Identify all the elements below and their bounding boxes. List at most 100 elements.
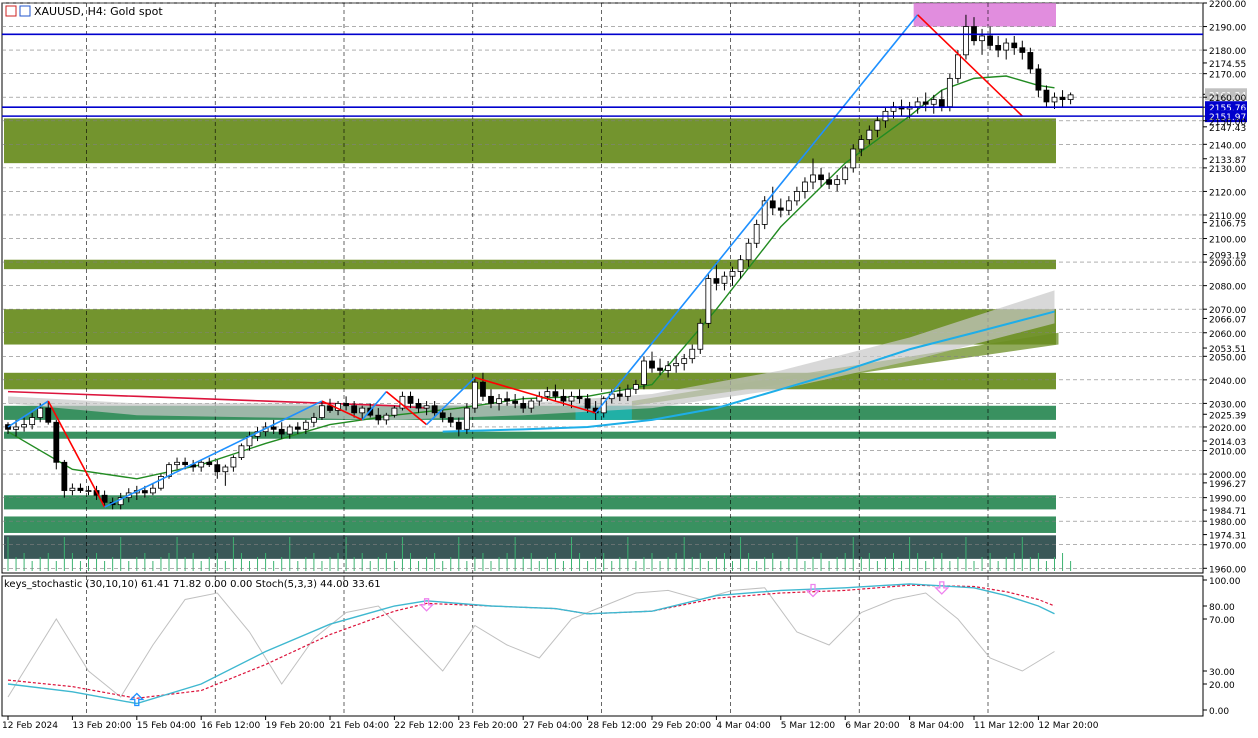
x-tick-label: 11 Mar 12:00: [974, 721, 1034, 731]
zone-green: [4, 372, 1056, 390]
candle-body: [319, 405, 325, 418]
zone-green: [4, 309, 1056, 345]
candle-body: [415, 403, 422, 409]
x-tick-label: 15 Feb 04:00: [137, 721, 196, 731]
y-tick-label: 2190.00: [1209, 24, 1246, 34]
candle-body: [310, 417, 317, 423]
y-tick-label: 1996.27: [1209, 480, 1246, 490]
candle-body: [665, 365, 671, 371]
candle-body: [624, 388, 631, 397]
candle-body: [214, 464, 221, 473]
candle-body: [278, 428, 285, 435]
y-tick-label: 2066.07: [1209, 315, 1246, 325]
candle-body: [818, 174, 824, 181]
chart-root: 2200.00 2190.00 2180.00 2174.55 2170.00 2161.…: [0, 0, 1258, 734]
candle-body: [512, 400, 519, 404]
candle-body: [705, 278, 712, 324]
candle-body: [294, 426, 301, 430]
candle-body: [584, 398, 591, 409]
y-tick-label: 1960.00: [1209, 565, 1246, 575]
candle-body: [552, 391, 559, 397]
candle-body: [375, 414, 382, 421]
candle-body: [963, 26, 969, 56]
candle-body: [850, 148, 857, 169]
candle-body: [302, 421, 309, 430]
candle-body: [520, 403, 527, 409]
candle-body: [866, 129, 873, 141]
candle-body: [922, 101, 929, 105]
candle-body: [1011, 42, 1018, 49]
candle-body: [946, 77, 953, 108]
candle-body: [206, 461, 213, 466]
candle-body: [568, 395, 575, 402]
y-tick-label: 2020.00: [1209, 424, 1246, 434]
candle-body: [1043, 89, 1050, 103]
y-tick-label: 2080.00: [1209, 283, 1246, 293]
y-tick-label: 2090.00: [1209, 259, 1246, 269]
ind-y-tick-label: 80.00: [1209, 603, 1235, 613]
candle-body: [488, 395, 494, 404]
ind-y-tick-label: 100.00: [1209, 577, 1241, 587]
candle-body: [182, 461, 189, 466]
candle-body: [85, 490, 92, 492]
chart-svg: 2200.002190.002180.002174.552170.002161.…: [0, 0, 1258, 734]
candle-body: [423, 405, 430, 409]
candle-body: [455, 421, 462, 430]
candle-body: [995, 44, 1002, 51]
y-tick-label: 2130.00: [1209, 165, 1246, 175]
candle-body: [286, 426, 293, 435]
candle-body: [343, 403, 350, 407]
candle-body: [29, 417, 36, 426]
candle-body: [721, 275, 728, 284]
candle-body: [697, 322, 704, 350]
y-tick-label: 2050.00: [1209, 353, 1246, 363]
candle-body: [359, 407, 366, 414]
y-tick-label: 2170.00: [1209, 71, 1246, 81]
candle-body: [858, 139, 865, 150]
indicator-title: keys_stochastic (30,10,10) 61.41 71.82 0…: [4, 579, 381, 590]
candle-body: [447, 417, 454, 423]
x-tick-label: 6 Mar 20:00: [845, 721, 900, 731]
ind-y-tick-label: 70.00: [1209, 616, 1235, 626]
candle-body: [544, 391, 551, 397]
candle-body: [616, 393, 623, 397]
ind-y-tick-label: 20.00: [1209, 681, 1235, 691]
candle-body: [45, 407, 52, 423]
candle-body: [53, 421, 60, 463]
candle-body: [938, 99, 945, 108]
candle-body: [1051, 96, 1058, 103]
candle-body: [1035, 68, 1042, 91]
chart-title: XAUUSD, H4: Gold spot: [34, 5, 163, 18]
y-tick-label: 2180.00: [1209, 47, 1246, 57]
candle-body: [826, 179, 832, 185]
ind-y-tick-label: 30.00: [1209, 668, 1235, 678]
candle-body: [439, 412, 446, 418]
candle-body: [471, 381, 478, 409]
candle-body: [777, 207, 784, 211]
y-tick-label: 2120.00: [1209, 188, 1246, 198]
y-tick-label: 1974.31: [1209, 532, 1246, 542]
x-tick-label: 23 Feb 20:00: [459, 721, 518, 731]
candle-body: [785, 200, 792, 211]
candle-body: [930, 99, 937, 105]
y-tick-label: 2040.00: [1209, 377, 1246, 387]
candle-body: [681, 358, 688, 364]
candle-body: [496, 398, 502, 404]
candle-body: [528, 400, 535, 409]
candle-body: [794, 191, 800, 202]
zone-green: [4, 259, 1056, 270]
x-tick-label: 21 Feb 04:00: [330, 721, 389, 731]
y-tick-label: 1970.00: [1209, 542, 1246, 552]
candle-body: [69, 487, 76, 491]
x-tick-label: 5 Mar 12:00: [781, 721, 836, 731]
x-tick-label: 12 Feb 2024: [2, 721, 58, 731]
zone-sea: [4, 516, 1056, 533]
x-tick-label: 16 Feb 12:00: [201, 721, 260, 731]
x-tick-label: 13 Feb 20:00: [72, 721, 131, 731]
candle-body: [407, 395, 414, 404]
x-tick-label: 12 Mar 20:00: [1038, 721, 1098, 731]
candle-body: [1067, 94, 1074, 100]
candle-body: [955, 54, 961, 79]
candle-body: [238, 445, 245, 458]
candle-body: [560, 395, 567, 402]
